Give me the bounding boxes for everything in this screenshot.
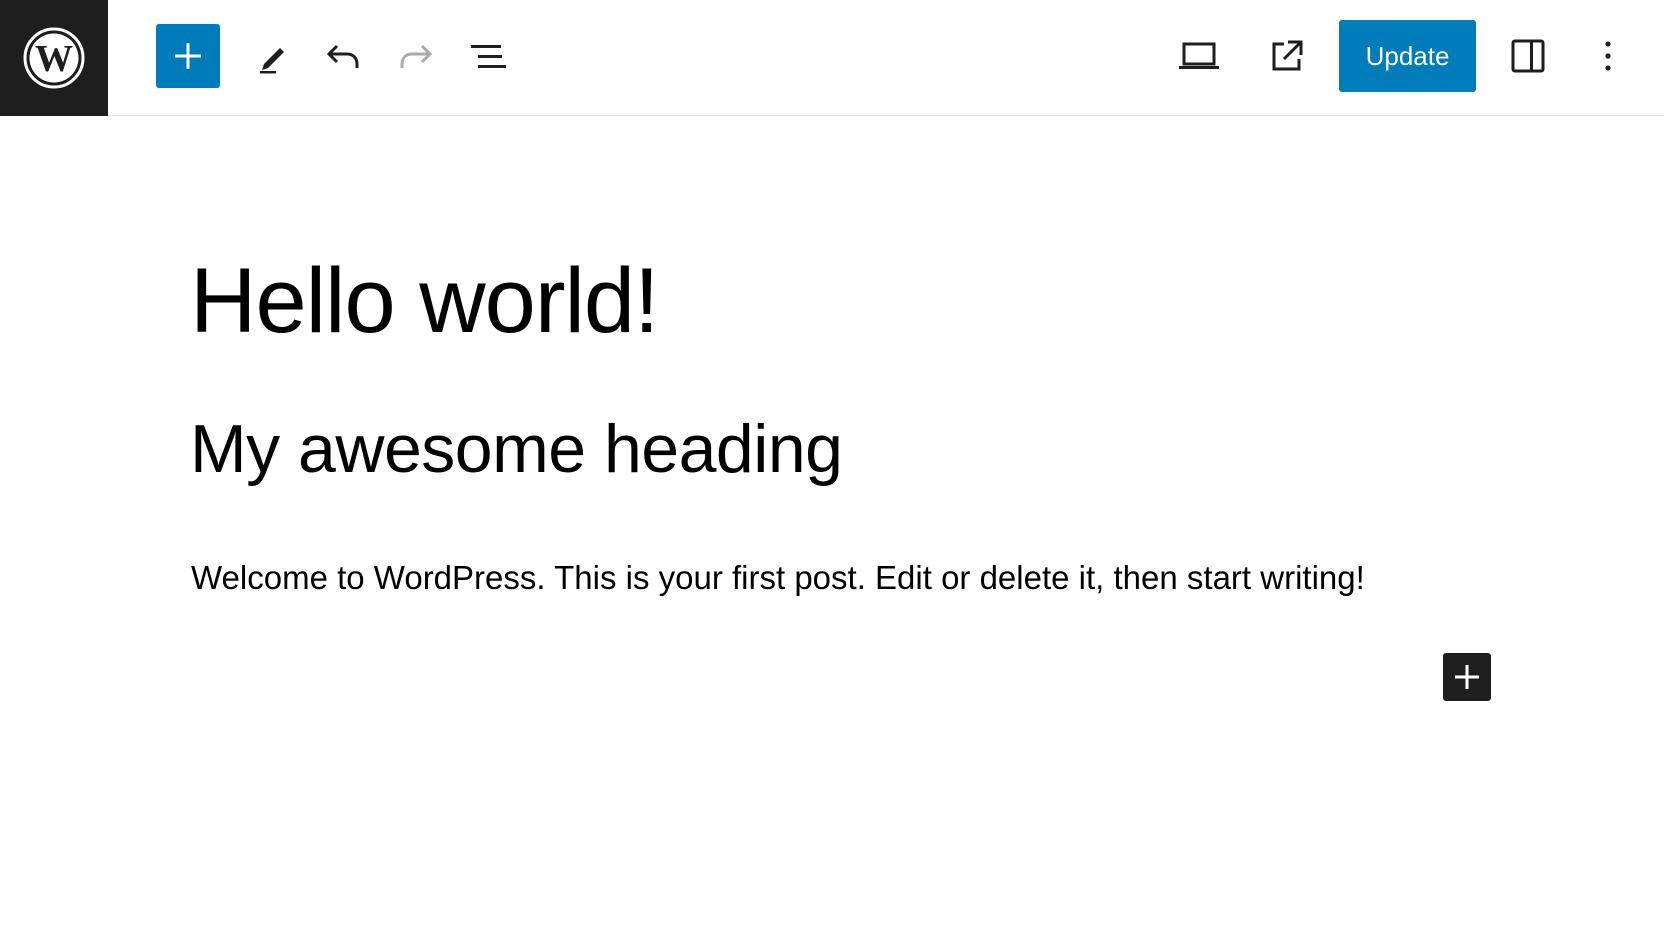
external-link-icon	[1272, 40, 1303, 71]
heading-block[interactable]: My awesome heading	[190, 415, 843, 483]
sidebar-panel-icon	[1511, 39, 1545, 73]
update-button[interactable]: Update	[1339, 20, 1476, 92]
editor-canvas: Hello world! My awesome heading Welcome …	[0, 117, 1664, 952]
pencil-icon	[260, 48, 284, 74]
post-title[interactable]: Hello world!	[190, 255, 660, 347]
wordpress-logo-button[interactable]: W	[0, 0, 108, 116]
wordpress-logo-icon: W	[23, 27, 85, 89]
editor-header: W Update	[0, 0, 1664, 116]
redo-icon	[400, 44, 433, 68]
list-view-icon	[471, 45, 506, 68]
redo-button[interactable]	[392, 32, 440, 80]
block-inserter-button[interactable]	[156, 24, 220, 88]
undo-icon	[326, 44, 359, 68]
preview-button[interactable]	[1175, 32, 1223, 80]
block-appender-button[interactable]	[1443, 653, 1491, 701]
paragraph-block[interactable]: Welcome to WordPress. This is your first…	[191, 558, 1365, 598]
plus-icon	[1455, 665, 1479, 689]
view-post-button[interactable]	[1263, 32, 1311, 80]
settings-button[interactable]	[1504, 32, 1552, 80]
plus-icon	[175, 43, 201, 69]
svg-text:W: W	[35, 38, 73, 80]
undo-button[interactable]	[319, 32, 367, 80]
more-vertical-icon	[1605, 41, 1611, 71]
tools-button[interactable]	[248, 32, 296, 80]
options-button[interactable]	[1584, 32, 1632, 80]
laptop-icon	[1179, 42, 1219, 69]
list-view-button[interactable]	[464, 32, 512, 80]
